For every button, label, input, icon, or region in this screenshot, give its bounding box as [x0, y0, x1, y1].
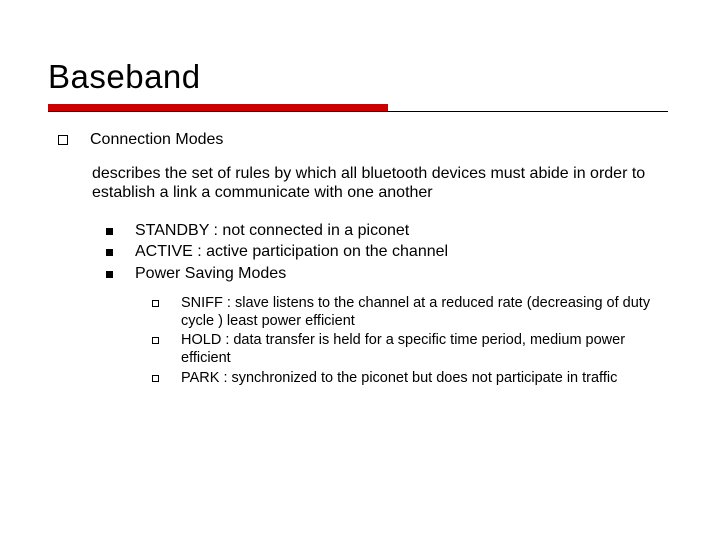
item-text: SNIFF : slave listens to the channel at …	[181, 295, 661, 330]
item-text: ACTIVE : active participation on the cha…	[135, 242, 448, 262]
list-item: STANDBY : not connected in a piconet	[106, 221, 672, 241]
slide-content: Connection Modes describes the set of ru…	[48, 130, 672, 388]
square-filled-bullet-icon	[106, 249, 113, 256]
square-open-bullet-icon	[152, 300, 159, 307]
list-item: Connection Modes	[58, 130, 672, 150]
list-item: ACTIVE : active participation on the cha…	[106, 242, 672, 262]
item-text: STANDBY : not connected in a piconet	[135, 221, 409, 241]
list-item: HOLD : data transfer is held for a speci…	[152, 332, 672, 367]
list-item: SNIFF : slave listens to the channel at …	[152, 295, 672, 330]
square-open-bullet-icon	[152, 337, 159, 344]
section-heading: Connection Modes	[90, 130, 223, 150]
square-open-bullet-icon	[152, 375, 159, 382]
slide-title: Baseband	[48, 58, 672, 96]
section-description: describes the set of rules by which all …	[92, 164, 652, 203]
title-rule-thin	[48, 111, 668, 112]
title-rule-red	[48, 104, 388, 111]
level3-list: SNIFF : slave listens to the channel at …	[152, 295, 672, 387]
square-filled-bullet-icon	[106, 271, 113, 278]
square-open-bullet-icon	[58, 135, 68, 145]
level2-list: STANDBY : not connected in a piconet ACT…	[106, 221, 672, 284]
list-item: Power Saving Modes	[106, 264, 672, 284]
item-text: Power Saving Modes	[135, 264, 286, 284]
item-text: PARK : synchronized to the piconet but d…	[181, 370, 617, 388]
item-text: HOLD : data transfer is held for a speci…	[181, 332, 661, 367]
list-item: PARK : synchronized to the piconet but d…	[152, 370, 672, 388]
square-filled-bullet-icon	[106, 228, 113, 235]
